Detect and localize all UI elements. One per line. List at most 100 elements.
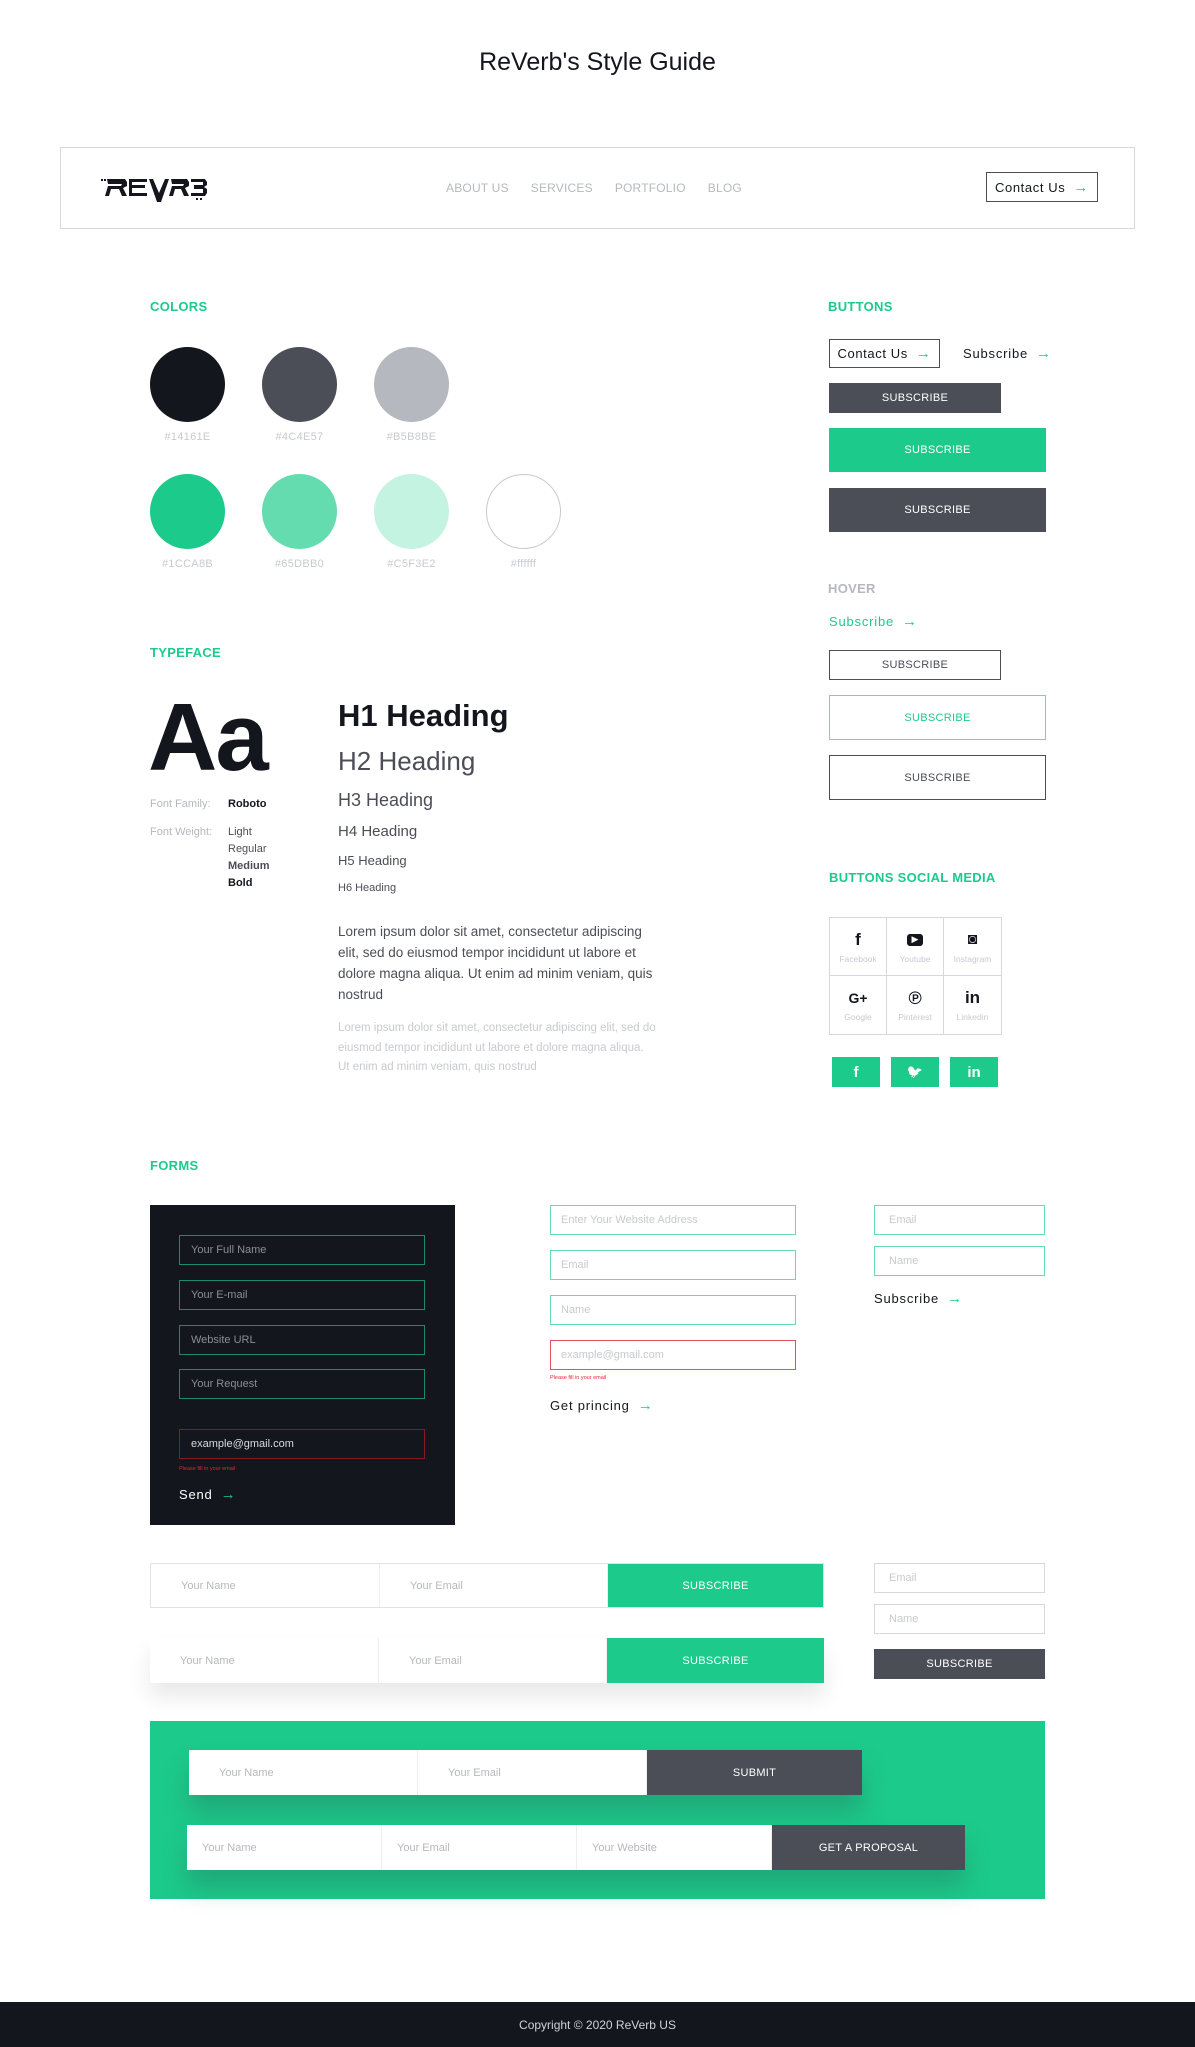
main-nav: ABOUT US SERVICES PORTFOLIO BLOG [446, 148, 742, 228]
your-email-input[interactable]: Your Email [380, 1564, 608, 1607]
social-buttons-row: f 🐦 in [832, 1057, 998, 1087]
inline-subscribe-form-shadow: Your Name Your Email SUBSCRIBE [150, 1638, 824, 1683]
email-input[interactable]: Email [874, 1563, 1045, 1593]
h6-heading-sample: H6 Heading [338, 882, 397, 894]
your-name-input[interactable]: Your Name [189, 1750, 418, 1795]
your-email-input[interactable]: Your Email [382, 1825, 577, 1870]
get-pricing-button[interactable]: Get princing → [550, 1398, 654, 1413]
social-button-pinterest[interactable]: ℗ Pinterest [887, 976, 944, 1034]
email-input[interactable]: Your E-mail [179, 1280, 425, 1310]
website-address-input[interactable]: Enter Your Website Address [550, 1205, 796, 1235]
send-button[interactable]: Send → [179, 1487, 236, 1502]
h5-heading-sample: H5 Heading [338, 853, 407, 868]
linkedin-icon: in [967, 1063, 981, 1081]
typeface-sample: Aa [148, 684, 269, 791]
color-swatch-label: #C5F3E2 [387, 558, 436, 570]
paragraph-light-sample: Lorem ipsum dolor sit amet, consectetur … [338, 1022, 656, 1073]
your-name-input[interactable]: Your Name [151, 1564, 380, 1607]
name-input[interactable]: Name [874, 1604, 1045, 1634]
your-name-input[interactable]: Your Name [187, 1825, 382, 1870]
pinterest-icon: ℗ [908, 987, 922, 1008]
arrow-right-icon: → [947, 1290, 963, 1307]
your-email-input[interactable]: Your Email [379, 1638, 607, 1683]
social-button-instagram[interactable]: ◙ Instagram [944, 918, 1001, 976]
subscribe-button-green[interactable]: SUBSCRIBE [829, 428, 1046, 472]
name-input[interactable]: Name [550, 1295, 796, 1325]
typeface-section-title: TYPEFACE [150, 645, 222, 660]
your-email-input[interactable]: Your Email [418, 1750, 647, 1795]
subscribe-button-outline-small[interactable]: SUBSCRIBE [829, 650, 1001, 680]
forms-section-title: FORMS [150, 1158, 199, 1173]
h2-heading-sample: H2 Heading [338, 746, 476, 776]
nav-about-us[interactable]: ABOUT US [446, 181, 509, 195]
your-website-input[interactable]: Your Website [577, 1825, 772, 1870]
your-name-input[interactable]: Your Name [150, 1638, 379, 1683]
color-swatch-label: #65DBB0 [274, 558, 325, 570]
green-form-panel: Your Name Your Email SUBMIT Your Name Yo… [150, 1721, 1045, 1899]
instagram-icon: ◙ [967, 930, 978, 948]
color-swatch [150, 347, 225, 422]
subscribe-button-small-dark[interactable]: SUBSCRIBE [829, 383, 1001, 413]
weight-light: Light [228, 826, 252, 838]
facebook-icon: f [853, 1063, 859, 1081]
get-a-proposal-button[interactable]: GET A PROPOSAL [772, 1825, 965, 1870]
subscribe-link-button[interactable]: Subscribe → [874, 1291, 963, 1306]
email-input[interactable]: Email [550, 1250, 796, 1280]
header-contact-button[interactable]: Contact Us → [986, 172, 1098, 202]
reverb-logo[interactable] [101, 174, 207, 204]
email-input[interactable]: Email [874, 1205, 1045, 1235]
nav-services[interactable]: SERVICES [531, 181, 593, 195]
subscribe-link-hover[interactable]: Subscribe → [829, 614, 918, 629]
subscribe-button-dark[interactable]: SUBSCRIBE [829, 488, 1046, 532]
subscribe-link-button[interactable]: Subscribe → [963, 346, 1052, 361]
contact-label: Contact Us [837, 346, 908, 361]
subscribe-button[interactable]: SUBSCRIBE [608, 1564, 823, 1607]
subscribe-button[interactable]: SUBSCRIBE [874, 1649, 1045, 1679]
facebook-icon: f [855, 929, 861, 949]
color-swatch [486, 474, 561, 549]
nav-portfolio[interactable]: PORTFOLIO [615, 181, 686, 195]
linkedin-share-button[interactable]: in [950, 1057, 998, 1087]
social-label: Youtube [899, 953, 931, 964]
social-label: Instagram [953, 953, 992, 964]
arrow-right-icon: → [637, 1397, 654, 1414]
subscribe-button-outline-green[interactable]: SUBSCRIBE [829, 695, 1046, 740]
subscribe-button-outline-dark[interactable]: SUBSCRIBE [829, 755, 1046, 800]
arrow-right-icon: → [220, 1486, 237, 1503]
nav-blog[interactable]: BLOG [708, 181, 742, 195]
social-button-google[interactable]: G+ Google [830, 976, 887, 1034]
social-button-youtube[interactable]: ▶ Youtube [887, 918, 944, 976]
social-button-facebook[interactable]: f Facebook [830, 918, 887, 976]
name-input[interactable]: Name [874, 1246, 1045, 1276]
contact-us-button[interactable]: Contact Us → [829, 339, 940, 368]
website-url-input[interactable]: Website URL [179, 1325, 425, 1355]
inline-subscribe-form: Your Name Your Email SUBSCRIBE [150, 1563, 824, 1608]
contact-label: Contact Us [995, 179, 1066, 195]
social-button-linkedin[interactable]: in Linkedin [944, 976, 1001, 1034]
h4-heading-sample: H4 Heading [338, 823, 418, 840]
subscribe-label: Subscribe [963, 346, 1029, 361]
google-plus-icon: G+ [848, 990, 868, 1006]
email-input-error[interactable]: example@gmail.com [550, 1340, 796, 1370]
social-label: Facebook [839, 953, 877, 964]
h1-heading-sample: H1 Heading [338, 698, 509, 733]
hover-section-title: HOVER [828, 581, 876, 596]
twitter-share-button[interactable]: 🐦 [891, 1057, 939, 1087]
submit-button[interactable]: SUBMIT [647, 1750, 862, 1795]
subscribe-button[interactable]: SUBSCRIBE [607, 1638, 824, 1683]
arrow-right-icon: → [902, 613, 918, 630]
arrow-right-icon: → [915, 345, 932, 362]
error-message: Please fill in your email [550, 1375, 607, 1381]
linkedin-icon: in [964, 988, 981, 1007]
full-name-input[interactable]: Your Full Name [179, 1235, 425, 1265]
font-family-value: Roboto [228, 798, 267, 810]
color-swatch [150, 474, 225, 549]
request-input[interactable]: Your Request [179, 1369, 425, 1399]
email-input-error[interactable]: example@gmail.com [179, 1429, 425, 1459]
green-submit-form: Your Name Your Email SUBMIT [189, 1750, 862, 1795]
facebook-share-button[interactable]: f [832, 1057, 880, 1087]
subscribe-label: Subscribe [829, 614, 895, 629]
color-swatch-label: #4C4E57 [275, 431, 324, 443]
site-header: ABOUT US SERVICES PORTFOLIO BLOG Contact… [60, 147, 1135, 229]
youtube-icon: ▶ [907, 933, 923, 946]
